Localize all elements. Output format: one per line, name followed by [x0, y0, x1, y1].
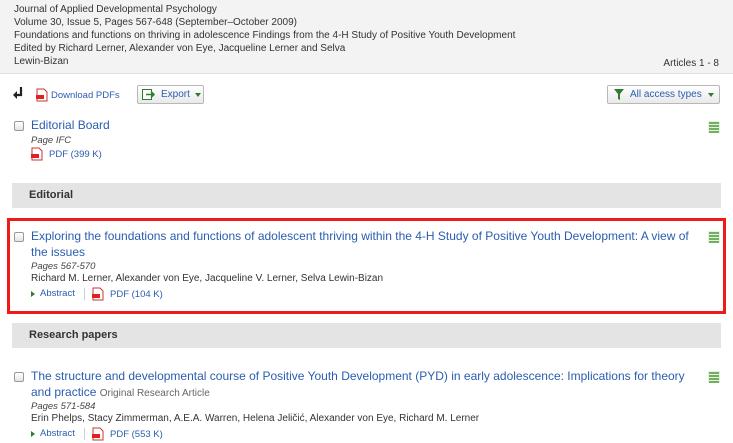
articles-count: Articles 1 - 8 — [663, 58, 719, 69]
article-pdf-link[interactable]: PDF (399 K) — [31, 147, 102, 161]
article-title-link[interactable]: Editorial Board — [31, 117, 110, 133]
chevron-down-icon — [194, 92, 201, 97]
download-pdfs-label: Download PDFs — [51, 89, 120, 101]
access-type-filter[interactable]: All access types — [607, 85, 720, 104]
article-title-block: The structure and developmental course o… — [31, 368, 691, 402]
pdf-icon — [92, 427, 104, 441]
abstract-toggle[interactable]: Abstract — [31, 428, 75, 439]
section-header-editorial: Editorial — [12, 183, 721, 208]
export-icon — [142, 89, 156, 100]
expand-arrow-icon — [31, 430, 35, 437]
issue-editors-cont: Lewin-Bizan — [14, 56, 69, 67]
issue-editors: Edited by Richard Lerner, Alexander von … — [14, 43, 346, 54]
filter-icon — [614, 89, 624, 100]
preview-list-icon[interactable] — [708, 371, 720, 383]
abstract-label: Abstract — [40, 428, 75, 439]
export-button[interactable]: Export — [137, 85, 204, 104]
issue-title: Foundations and functions on thriving in… — [14, 30, 516, 41]
preview-list-icon[interactable] — [708, 121, 720, 133]
journal-name: Journal of Applied Developmental Psychol… — [14, 4, 217, 15]
issue-header: Journal of Applied Developmental Psychol… — [0, 0, 733, 74]
article-authors: Erin Phelps, Stacy Zimmerman, A.E.A. War… — [31, 413, 480, 424]
results-toolbar: Download PDFs Export All access types — [0, 82, 733, 108]
pdf-size-label: PDF (399 K) — [49, 148, 102, 160]
article-type: Original Research Article — [99, 388, 210, 399]
volume-info: Volume 30, Issue 5, Pages 567-648 (Septe… — [14, 17, 297, 28]
chevron-down-icon — [707, 92, 714, 97]
pdf-icon — [36, 88, 48, 102]
article-pages: Page IFC — [31, 135, 72, 146]
section-title: Research papers — [29, 329, 118, 341]
export-label: Export — [161, 89, 190, 100]
download-pdfs-button[interactable]: Download PDFs — [36, 88, 120, 102]
article-checkbox[interactable] — [14, 121, 24, 131]
link-separator — [84, 428, 85, 440]
highlight-box — [7, 218, 726, 314]
pdf-icon — [31, 147, 43, 161]
access-type-label: All access types — [630, 89, 702, 100]
section-header-research: Research papers — [12, 323, 721, 348]
pdf-size-label: PDF (553 K) — [110, 428, 163, 440]
article-pdf-link[interactable]: PDF (553 K) — [92, 427, 163, 441]
return-arrow-icon[interactable] — [12, 86, 26, 102]
article-checkbox[interactable] — [14, 372, 24, 382]
article-pages: Pages 571-584 — [31, 401, 96, 412]
section-title: Editorial — [29, 189, 74, 201]
